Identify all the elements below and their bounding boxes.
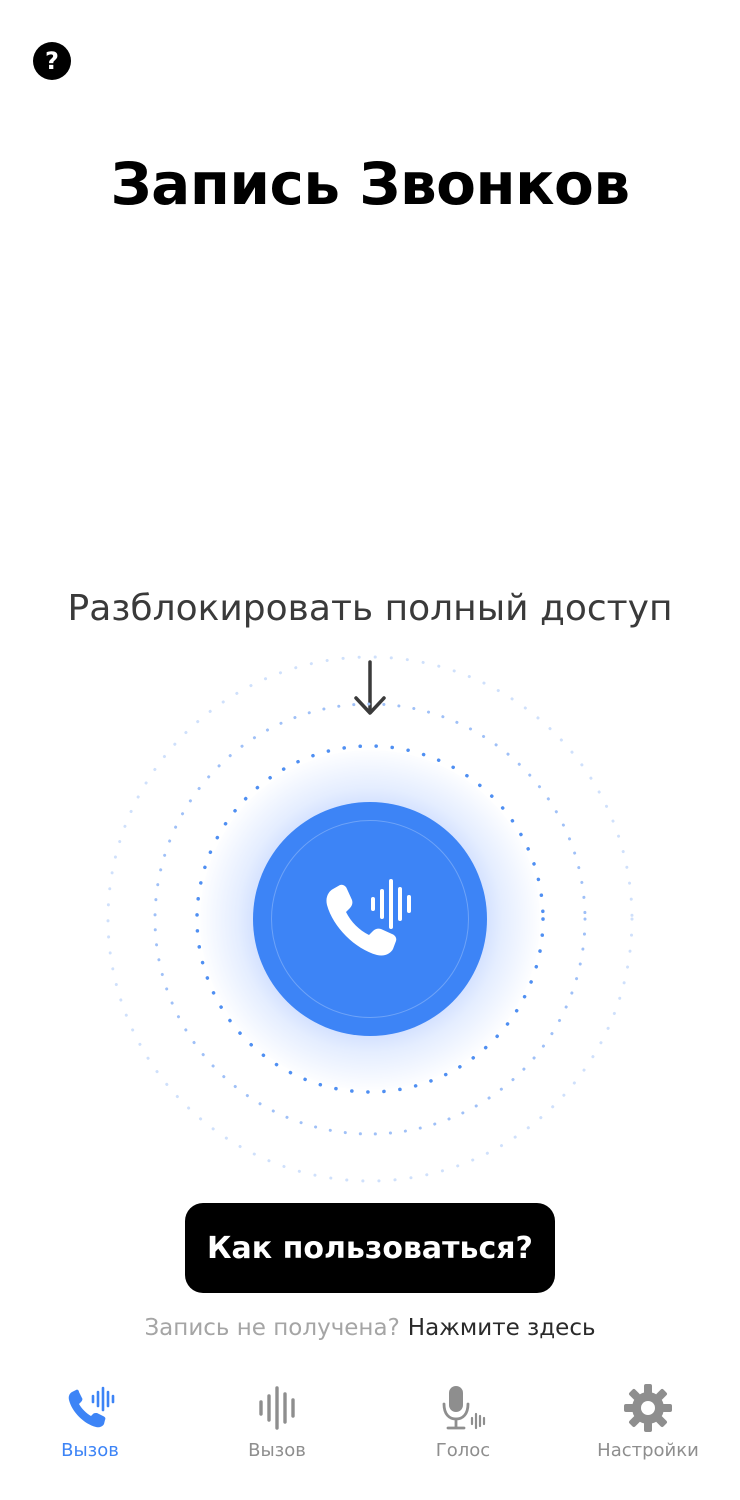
how-to-use-button[interactable]: Как пользоваться? — [185, 1203, 555, 1293]
tab-settings[interactable]: Настройки — [568, 1370, 728, 1470]
tab-voice[interactable]: Голос — [383, 1370, 543, 1470]
page-title: Запись Звонков — [110, 150, 630, 218]
tab-call-audio[interactable]: Вызов — [197, 1370, 357, 1470]
tab-call-recorder[interactable]: Вызов — [10, 1370, 170, 1470]
waveform-icon — [259, 1386, 295, 1430]
tab-label: Вызов — [248, 1440, 306, 1461]
microphone-icon — [442, 1386, 486, 1430]
tab-label: Настройки — [597, 1440, 699, 1461]
recording-not-received-row: Запись не получена? Нажмите здесь — [0, 1315, 740, 1341]
not-received-text: Запись не получена? — [144, 1315, 400, 1341]
record-call-button[interactable] — [253, 802, 487, 1036]
tab-bar: Вызов Вызов Голос Настройки — [0, 1370, 740, 1500]
tap-here-link[interactable]: Нажмите здесь — [408, 1315, 596, 1341]
inner-ring — [271, 820, 469, 1018]
help-button[interactable]: ? — [33, 42, 71, 80]
tab-label: Голос — [435, 1440, 491, 1461]
phone-waveform-icon — [68, 1386, 115, 1428]
gear-icon — [624, 1384, 672, 1432]
unlock-full-access-label[interactable]: Разблокировать полный доступ — [0, 588, 740, 629]
question-mark-icon: ? — [45, 47, 59, 75]
arrow-down-icon — [354, 660, 386, 715]
tab-label: Вызов — [61, 1440, 119, 1461]
